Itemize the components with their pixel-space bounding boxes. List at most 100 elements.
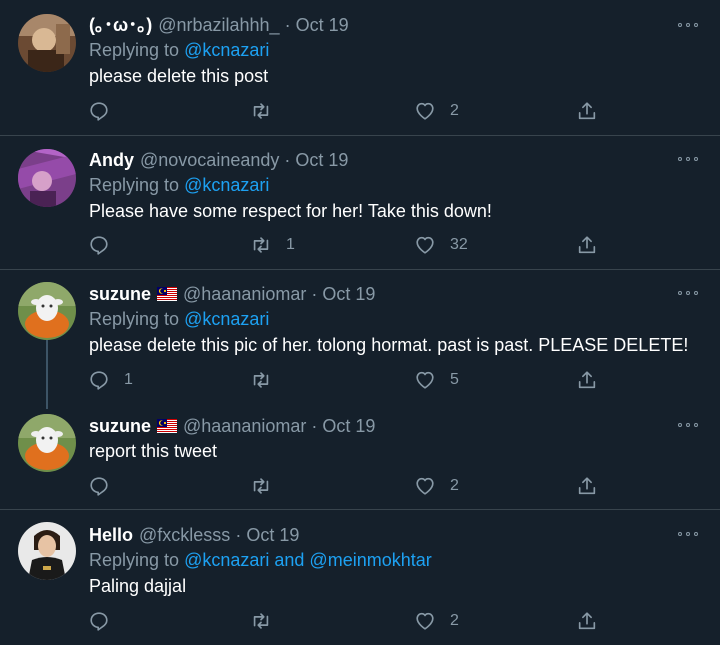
display-name[interactable]: suzune xyxy=(89,415,151,437)
tweet-header: (｡･ω･｡) @nrbazilahhh_ · Oct 19 xyxy=(89,14,349,36)
share-button[interactable] xyxy=(576,368,598,392)
tweet-text: report this tweet xyxy=(89,441,218,461)
tweet[interactable]: suzune @haananiomar · Oct 19 Replying to… xyxy=(0,270,720,400)
retweet-icon xyxy=(253,103,269,119)
share-icon xyxy=(578,477,596,495)
user-handle[interactable]: @haananiomar xyxy=(183,415,306,437)
action-bar: 2 xyxy=(88,609,608,633)
mention-link[interactable]: @kcnazari xyxy=(184,550,269,570)
tweet[interactable]: (｡･ω･｡) @nrbazilahhh_ · Oct 19 Replying … xyxy=(0,0,720,135)
replying-to-label: Replying to xyxy=(89,550,185,570)
user-handle[interactable]: @novocaineandy xyxy=(140,149,279,171)
more-icon[interactable] xyxy=(678,154,698,164)
tweet-date[interactable]: Oct 19 xyxy=(322,283,375,305)
like-button[interactable]: 32 xyxy=(414,233,468,257)
avatar[interactable] xyxy=(18,414,76,472)
like-button[interactable]: 2 xyxy=(414,474,459,498)
like-button[interactable]: 2 xyxy=(414,99,459,123)
like-count: 2 xyxy=(450,477,459,494)
reply-count: 1 xyxy=(124,371,133,388)
tweet[interactable]: Hello @fxcklesss · Oct 19 Replying to @k… xyxy=(0,510,720,645)
action-bar: 2 xyxy=(88,99,608,123)
tweet-text: please delete this post xyxy=(89,66,269,86)
replying-to: Replying to @kcnazari xyxy=(89,174,269,196)
like-button[interactable]: 5 xyxy=(414,368,459,392)
retweet-icon xyxy=(253,613,269,629)
share-icon xyxy=(578,612,596,630)
retweet-button[interactable]: 1 xyxy=(250,233,295,257)
user-handle[interactable]: @haananiomar xyxy=(183,283,306,305)
display-name[interactable]: suzune xyxy=(89,283,151,305)
retweet-button[interactable] xyxy=(250,609,286,633)
tweet-date[interactable]: Oct 19 xyxy=(322,415,375,437)
tweet-text: Please have some respect for her! Take t… xyxy=(89,201,492,221)
tweet-date[interactable]: Oct 19 xyxy=(296,14,349,36)
reply-button[interactable] xyxy=(88,609,124,633)
more-icon[interactable] xyxy=(678,288,698,298)
like-button[interactable]: 2 xyxy=(414,609,459,633)
replying-to: Replying to @kcnazari and @meinmokhtar xyxy=(89,549,432,571)
avatar[interactable] xyxy=(18,522,76,580)
reply-button[interactable] xyxy=(88,233,124,257)
share-button[interactable] xyxy=(576,233,598,257)
tweet[interactable]: suzune @haananiomar · Oct 19 report this… xyxy=(0,400,720,509)
heart-icon xyxy=(416,102,434,120)
reply-button[interactable] xyxy=(88,99,124,123)
avatar[interactable] xyxy=(18,149,76,207)
tweet-text: Paling dajjal xyxy=(89,576,187,596)
separator-dot: · xyxy=(311,416,318,436)
heart-icon xyxy=(416,371,434,389)
display-name[interactable]: (｡･ω･｡) xyxy=(89,14,152,36)
retweet-button[interactable] xyxy=(250,99,286,123)
display-name[interactable]: Andy xyxy=(89,149,134,171)
tweet[interactable]: Andy @novocaineandy · Oct 19 Replying to… xyxy=(0,136,720,269)
user-handle[interactable]: @nrbazilahhh_ xyxy=(158,14,279,36)
separator-dot: · xyxy=(284,150,291,170)
retweet-icon xyxy=(253,237,269,253)
reply-icon xyxy=(90,371,108,390)
heart-icon xyxy=(416,477,434,495)
separator-dot: · xyxy=(235,525,242,545)
display-name[interactable]: Hello xyxy=(89,524,133,546)
replying-to-and[interactable]: and xyxy=(269,550,309,570)
retweet-icon xyxy=(253,372,269,388)
reply-button[interactable] xyxy=(88,474,124,498)
like-count: 2 xyxy=(450,102,459,119)
tweet-date[interactable]: Oct 19 xyxy=(246,524,299,546)
share-button[interactable] xyxy=(576,99,598,123)
share-icon xyxy=(578,102,596,120)
avatar[interactable] xyxy=(18,14,76,72)
share-icon xyxy=(578,371,596,389)
like-count: 5 xyxy=(450,371,459,388)
more-icon[interactable] xyxy=(678,20,698,30)
more-icon[interactable] xyxy=(678,420,698,430)
replying-to: Replying to @kcnazari xyxy=(89,39,269,61)
mention-link[interactable]: @kcnazari xyxy=(184,175,269,195)
action-bar: 1 5 xyxy=(88,368,608,392)
more-icon[interactable] xyxy=(678,529,698,539)
reply-icon xyxy=(90,477,108,496)
malaysia-flag-icon xyxy=(157,419,178,433)
mention-link[interactable]: @kcnazari xyxy=(184,40,269,60)
tweet-header: Andy @novocaineandy · Oct 19 xyxy=(89,149,348,171)
mention-link[interactable]: @kcnazari xyxy=(184,309,269,329)
tweet-text: please delete this pic of her. tolong ho… xyxy=(89,335,689,355)
tweet-date[interactable]: Oct 19 xyxy=(295,149,348,171)
share-icon xyxy=(578,236,596,254)
replying-to-label: Replying to xyxy=(89,309,185,329)
retweet-button[interactable] xyxy=(250,368,286,392)
like-count: 2 xyxy=(450,612,459,629)
reply-icon xyxy=(90,102,108,121)
share-button[interactable] xyxy=(576,474,598,498)
mention-link[interactable]: @meinmokhtar xyxy=(309,550,431,570)
user-handle[interactable]: @fxcklesss xyxy=(139,524,230,546)
retweet-button[interactable] xyxy=(250,474,286,498)
retweet-icon xyxy=(253,478,269,494)
malaysia-flag-icon xyxy=(157,287,178,301)
replying-to: Replying to @kcnazari xyxy=(89,308,269,330)
replying-to-label: Replying to xyxy=(89,175,185,195)
share-button[interactable] xyxy=(576,609,598,633)
avatar[interactable] xyxy=(18,282,76,340)
reply-button[interactable]: 1 xyxy=(88,368,133,392)
replying-to-label: Replying to xyxy=(89,40,185,60)
